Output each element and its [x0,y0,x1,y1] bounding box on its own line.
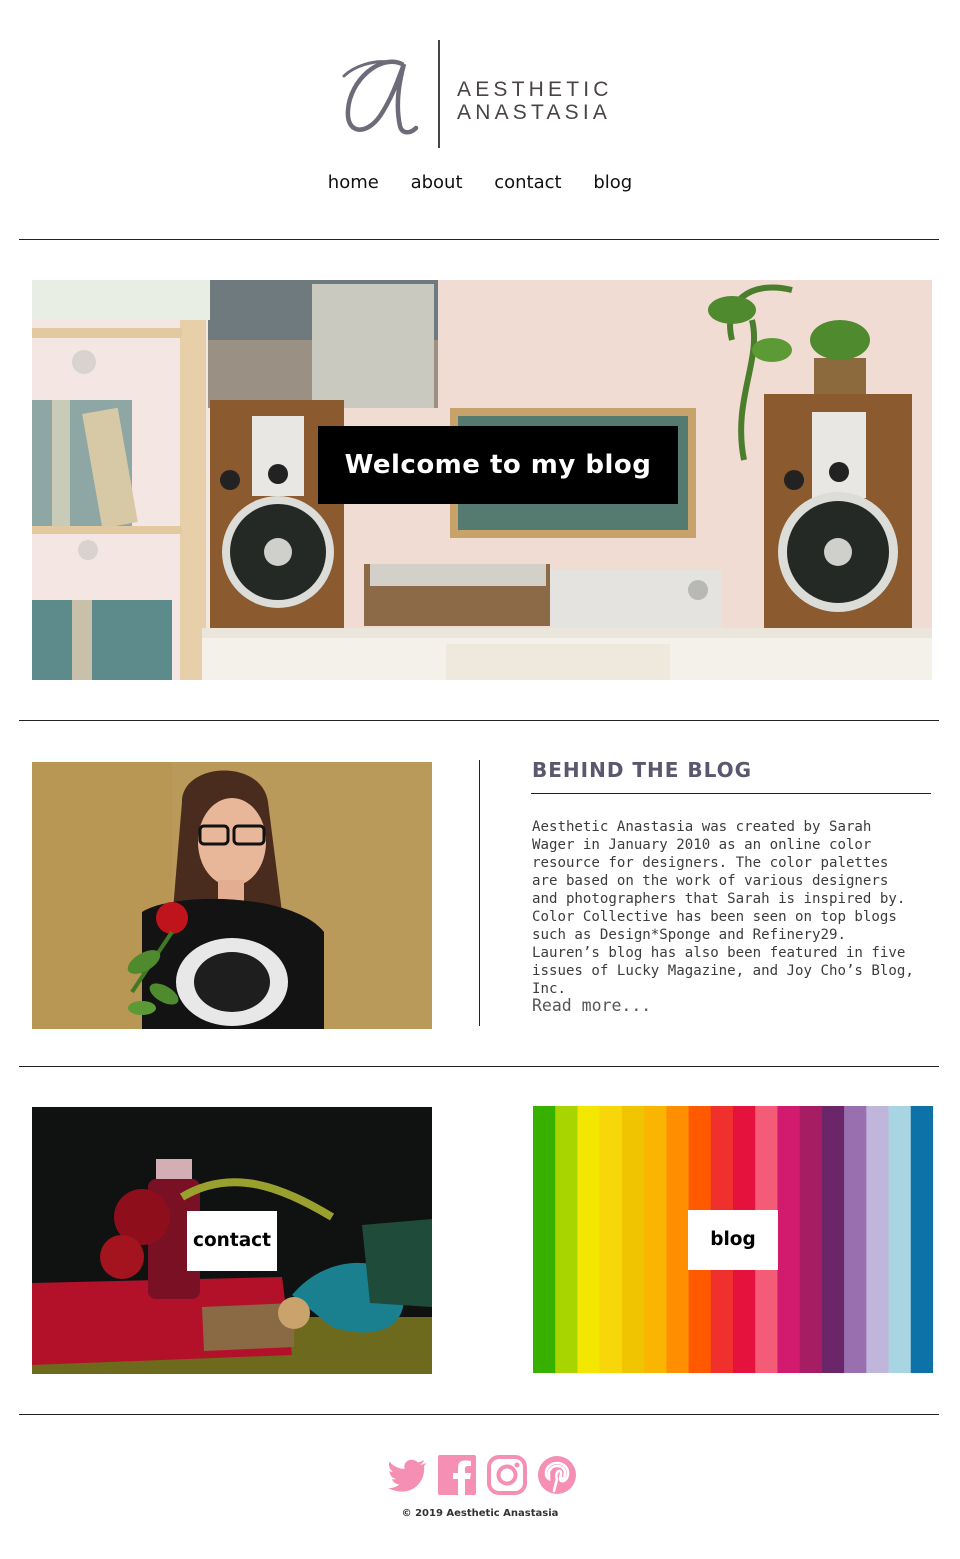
rainbow-stripe [910,1106,933,1373]
rainbow-stripe [577,1106,601,1373]
divider-tiles [19,1414,939,1415]
instagram-icon[interactable] [487,1453,527,1497]
nav-home[interactable]: home [328,172,379,193]
rainbow-stripe [844,1106,867,1373]
logo-script-a-icon[interactable] [340,50,426,142]
about-photo [32,762,432,1029]
read-more-link[interactable]: Read more... [532,996,651,1015]
divider-hero [19,720,939,721]
about-body: Aesthetic Anastasia was created by Sarah… [532,819,914,997]
blog-tile-label[interactable]: blog [688,1210,778,1270]
rainbow-stripe [666,1106,690,1373]
main-nav: home about contact blog [0,172,960,204]
rainbow-stripe [866,1106,890,1373]
about-heading-underline [531,793,931,794]
rainbow-stripe [888,1106,912,1373]
divider-about [19,1066,939,1067]
rainbow-stripe [599,1106,623,1373]
logo-divider [438,40,440,148]
hero-title: Welcome to my blog [318,426,678,504]
social-links [388,1453,578,1497]
logo-line-2: ANASTASIA [457,101,612,124]
facebook-icon[interactable] [437,1453,477,1497]
rainbow-stripe [621,1106,645,1373]
copyright: © 2019 Aesthetic Anastasia [401,1508,559,1519]
rainbow-stripe [555,1106,578,1373]
pinterest-icon[interactable] [537,1453,577,1497]
nav-contact[interactable]: contact [494,172,561,193]
rainbow-stripe [799,1106,823,1373]
about-heading: BEHIND THE BLOG [532,758,753,782]
nav-about[interactable]: about [411,172,463,193]
rainbow-stripe [777,1106,801,1373]
divider-header [19,239,939,240]
twitter-icon[interactable] [388,1453,428,1497]
about-vertical-divider [479,760,480,1026]
nav-blog[interactable]: blog [593,172,632,193]
logo-line-1: AESTHETIC [457,78,613,101]
contact-tile-label[interactable]: contact [187,1211,277,1271]
rainbow-stripe [821,1106,845,1373]
logo-wordmark[interactable]: AESTHETIC ANASTASIA [457,78,613,124]
rainbow-stripe [533,1106,556,1373]
rainbow-stripe [644,1106,667,1373]
